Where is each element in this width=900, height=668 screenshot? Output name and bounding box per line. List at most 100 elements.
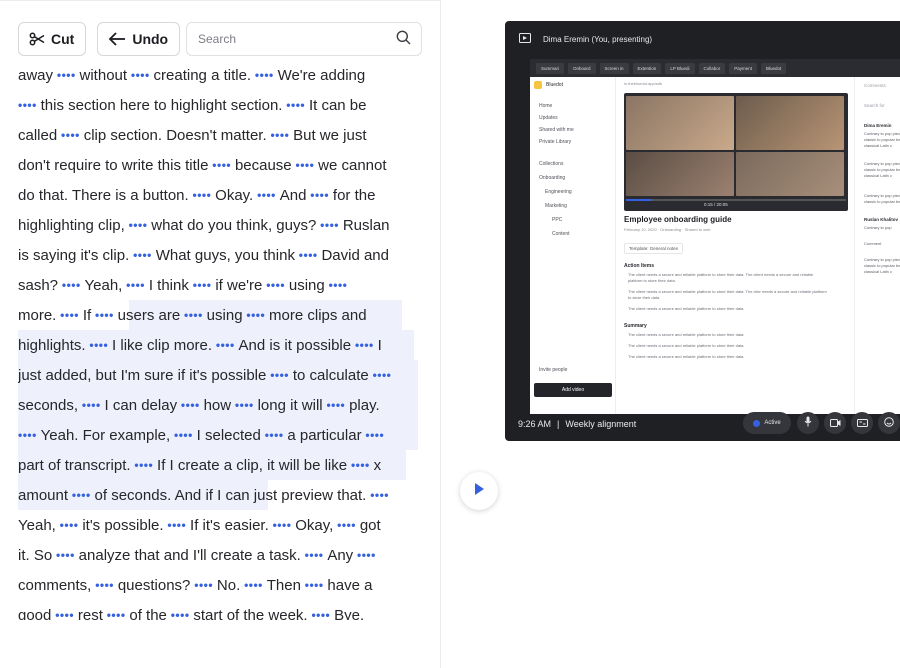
transcript-line[interactable]: •••• this section here to highlight sect… — [18, 90, 366, 120]
pause-marker[interactable]: •••• — [91, 578, 117, 592]
transcript-word[interactable]: part of transcript. — [18, 457, 131, 474]
emoji-button[interactable] — [878, 412, 900, 434]
pause-marker[interactable]: •••• — [58, 278, 84, 292]
transcript-word[interactable]: because — [235, 157, 292, 174]
pause-marker[interactable]: •••• — [189, 188, 215, 202]
transcript-word[interactable]: play. — [349, 397, 380, 414]
pause-marker[interactable]: •••• — [52, 548, 78, 562]
transcript-word[interactable]: Then — [267, 577, 301, 594]
pause-marker[interactable]: •••• — [91, 308, 117, 322]
pause-marker[interactable]: •••• — [333, 518, 359, 532]
pause-marker[interactable]: •••• — [180, 308, 206, 322]
transcript-word[interactable]: a particular — [287, 427, 361, 444]
transcript-word[interactable]: if we're — [215, 277, 262, 294]
pause-marker[interactable]: •••• — [189, 278, 215, 292]
cut-button[interactable]: Cut — [18, 22, 87, 56]
transcript-word[interactable]: If I create a clip, it will be like — [157, 457, 347, 474]
transcript-line[interactable]: more. •••• If •••• users are •••• using … — [18, 300, 367, 330]
pause-marker[interactable]: •••• — [18, 98, 41, 112]
search-input[interactable]: Search — [186, 22, 422, 56]
transcript-word[interactable]: of the — [129, 607, 167, 620]
pause-marker[interactable]: •••• — [212, 338, 238, 352]
transcript-line[interactable]: comments, •••• questions? •••• No. •••• … — [18, 570, 372, 600]
pause-marker[interactable]: •••• — [347, 458, 373, 472]
pause-marker[interactable]: •••• — [269, 518, 295, 532]
mic-button[interactable] — [797, 412, 819, 434]
transcript-word[interactable]: I think — [149, 277, 189, 294]
transcript-word[interactable]: creating a title. — [154, 67, 252, 84]
transcript-line[interactable]: highlights. •••• I like clip more. •••• … — [18, 330, 382, 360]
transcript-word[interactable]: Any — [327, 547, 353, 564]
pause-marker[interactable]: •••• — [243, 308, 269, 322]
transcript-word[interactable]: clip section. Doesn't matter. — [84, 127, 267, 144]
pause-marker[interactable]: •••• — [86, 338, 112, 352]
pause-marker[interactable]: •••• — [78, 398, 104, 412]
transcript-word[interactable]: rest — [78, 607, 103, 620]
transcript-word[interactable]: users are — [118, 307, 181, 324]
transcript-word[interactable]: Yeah. For example, — [41, 427, 171, 444]
transcript-word[interactable]: seconds, — [18, 397, 78, 414]
pause-marker[interactable]: •••• — [68, 488, 94, 502]
pause-marker[interactable]: •••• — [323, 398, 349, 412]
transcript-line[interactable]: away •••• without •••• creating a title.… — [18, 60, 365, 90]
transcript-word[interactable]: using — [207, 307, 243, 324]
pause-marker[interactable]: •••• — [56, 308, 82, 322]
transcript-word[interactable]: just added, but I'm sure if it's possibl… — [18, 367, 266, 384]
pause-marker[interactable]: •••• — [57, 128, 83, 142]
pause-marker[interactable]: •••• — [301, 548, 327, 562]
pause-marker[interactable]: •••• — [127, 68, 153, 82]
transcript-word[interactable]: highlighting clip, — [18, 217, 125, 234]
pause-marker[interactable]: •••• — [164, 518, 190, 532]
transcript-line[interactable]: do that. There is a button. •••• Okay. •… — [18, 180, 375, 210]
transcript-word[interactable]: I selected — [197, 427, 261, 444]
transcript-word[interactable]: And — [280, 187, 307, 204]
pause-marker[interactable]: •••• — [122, 278, 148, 292]
transcript-word[interactable]: I — [378, 337, 382, 354]
transcript-word[interactable]: But we just — [293, 127, 366, 144]
transcript-word[interactable]: If — [83, 307, 91, 324]
pause-marker[interactable]: •••• — [351, 338, 377, 352]
transcript-word[interactable]: Okay, — [295, 517, 333, 534]
transcript-word[interactable]: of seconds. And if I can just preview th… — [95, 487, 367, 504]
transcript-word[interactable]: more. — [18, 307, 56, 324]
pause-marker[interactable]: •••• — [267, 128, 293, 142]
pause-marker[interactable]: •••• — [208, 158, 234, 172]
transcript-word[interactable]: do that. There is a button. — [18, 187, 189, 204]
pause-marker[interactable]: •••• — [131, 458, 157, 472]
undo-button[interactable]: Undo — [97, 22, 181, 56]
transcript-word[interactable]: I can delay — [105, 397, 178, 414]
transcript-word[interactable]: to calculate — [293, 367, 369, 384]
transcript-word[interactable]: No. — [217, 577, 240, 594]
transcript-word[interactable]: What guys, you think — [156, 247, 295, 264]
transcript-word[interactable]: don't require to write this title — [18, 157, 208, 174]
pause-marker[interactable]: •••• — [18, 428, 41, 442]
transcript-line[interactable]: Yeah, •••• it's possible. •••• If it's e… — [18, 510, 381, 540]
transcript-word[interactable]: Okay. — [215, 187, 253, 204]
transcript-word[interactable]: how — [204, 397, 232, 414]
pause-marker[interactable]: •••• — [295, 248, 321, 262]
play-button[interactable] — [460, 472, 498, 510]
transcript-line[interactable]: don't require to write this title •••• b… — [18, 150, 387, 180]
pause-marker[interactable]: •••• — [177, 398, 203, 412]
transcript-word[interactable]: got — [360, 517, 381, 534]
transcript-line[interactable]: is saying it's clip. •••• What guys, you… — [18, 240, 389, 270]
pause-marker[interactable]: •••• — [316, 218, 342, 232]
pause-marker[interactable]: •••• — [292, 158, 318, 172]
pause-marker[interactable]: •••• — [190, 578, 216, 592]
transcript-word[interactable]: highlights. — [18, 337, 86, 354]
pause-marker[interactable]: •••• — [353, 548, 376, 562]
transcript-word[interactable]: And is it possible — [239, 337, 352, 354]
active-button[interactable]: Active — [743, 412, 791, 434]
transcript-line[interactable]: seconds, •••• I can delay •••• how •••• … — [18, 390, 380, 420]
transcript-word[interactable]: sash? — [18, 277, 58, 294]
transcript-word[interactable]: long it will — [258, 397, 323, 414]
pause-marker[interactable]: •••• — [301, 578, 327, 592]
pause-marker[interactable]: •••• — [266, 368, 292, 382]
transcript-word[interactable]: amount — [18, 487, 68, 504]
camera-button[interactable] — [824, 412, 846, 434]
transcript-line[interactable]: good •••• rest •••• of the •••• start of… — [18, 600, 364, 620]
transcript-word[interactable]: what do you think, guys? — [151, 217, 316, 234]
transcript-word[interactable]: comments, — [18, 577, 91, 594]
transcript-word[interactable]: is saying it's clip. — [18, 247, 129, 264]
transcript-word[interactable]: Ruslan — [343, 217, 390, 234]
